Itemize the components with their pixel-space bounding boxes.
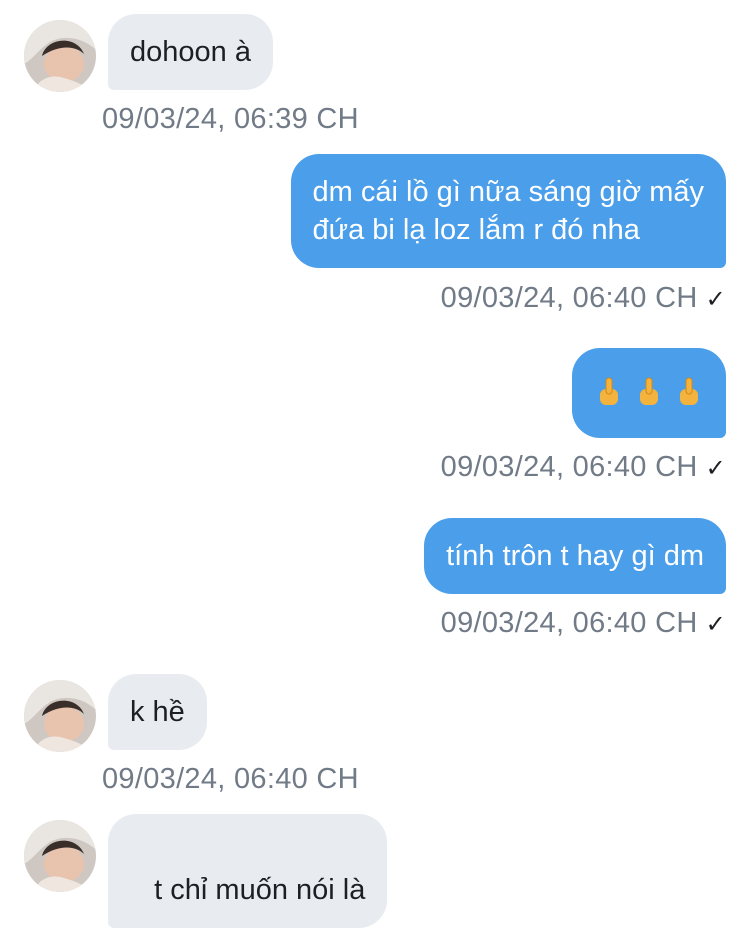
message-timestamp: 09/03/24, 06:39 CH (102, 103, 359, 135)
message-text: dohoon à (130, 36, 251, 68)
message-text: tính trôn t hay gì dm (446, 540, 704, 572)
message-timestamp: 09/03/24, 06:40 CH ✓ (441, 449, 726, 487)
message-text: t chỉ muốn nói là (146, 874, 366, 906)
message-bubble-incoming[interactable]: dohoon à (108, 14, 273, 90)
message-timestamp: 09/03/24, 06:40 CH (102, 763, 359, 795)
contact-avatar[interactable] (24, 820, 96, 892)
contact-avatar[interactable] (24, 680, 96, 752)
message-bubble-incoming[interactable]: t chỉ muốn nói là (108, 814, 388, 928)
middle-finger-emoji (598, 377, 620, 409)
checkmark-icon: ✓ (705, 455, 726, 482)
emoji-row (598, 374, 700, 412)
message-timestamp: 09/03/24, 06:40 CH ✓ (441, 605, 726, 643)
middle-finger-emoji (638, 377, 660, 409)
message-text: k hề (130, 696, 185, 728)
message-bubble-outgoing[interactable]: tính trôn t hay gì dm (424, 518, 726, 594)
message-bubble-outgoing[interactable]: dm cái lồ gì nữa sáng giờ mấy đứa bi lạ … (290, 154, 726, 268)
message-text-line: đứa bi lạ loz lắm r đó nha (312, 214, 640, 246)
message-text-line: dm cái lồ gì nữa sáng giờ mấy (312, 176, 704, 208)
checkmark-icon: ✓ (705, 611, 726, 638)
checkmark-icon: ✓ (705, 286, 726, 313)
message-timestamp: 09/03/24, 06:40 CH ✓ (441, 280, 726, 318)
contact-avatar[interactable] (24, 20, 96, 92)
middle-finger-emoji (678, 377, 700, 409)
message-bubble-outgoing[interactable] (572, 348, 726, 438)
message-bubble-incoming[interactable]: k hề (108, 674, 207, 750)
